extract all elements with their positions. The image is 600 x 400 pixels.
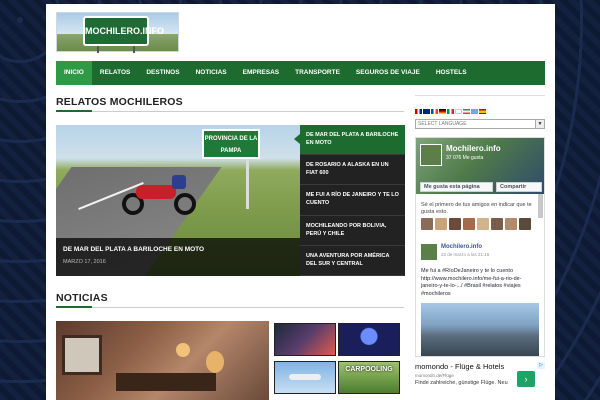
sign-post	[246, 159, 249, 209]
facebook-like-button[interactable]: Me gusta esta página	[420, 182, 493, 192]
facebook-avatar[interactable]	[420, 144, 442, 166]
flag-icon[interactable]	[463, 109, 470, 114]
story-list-item[interactable]: UNA AVENTURA POR AMÉRICA DEL SUR Y CENTR…	[300, 246, 405, 276]
news-featured-image[interactable]	[56, 321, 269, 400]
site-logo[interactable]: MOCHILERO.INFO	[56, 12, 179, 53]
carpooling-label: CARPOOLING	[345, 366, 393, 373]
avatar[interactable]	[421, 244, 437, 260]
news-thumbnail[interactable]	[274, 323, 336, 356]
nav-item-noticias[interactable]: NOTICIAS	[188, 61, 235, 85]
facebook-likes-count: 37 076 Me gusta	[446, 155, 484, 161]
facebook-post-text: Me fui a #RíoDeJaneiro y te lo cuento ht…	[421, 268, 522, 297]
flag-icon[interactable]	[479, 109, 486, 114]
featured-story[interactable]: PROVINCIA DE LA PAMPA DE MAR DEL PLATA A…	[56, 125, 300, 276]
facebook-widget: Mochilero.info 37 076 Me gusta Me gusta …	[415, 137, 545, 357]
language-flags	[415, 109, 486, 114]
story-list-item[interactable]: ME FUI A RÍO DE JANEIRO Y TE LO CUENTO	[300, 185, 405, 216]
page-container: MOCHILERO.INFO INICIO RELATOS DESTINOS N…	[46, 4, 555, 400]
flag-icon[interactable]	[415, 109, 422, 114]
facebook-friends-text: Sé el primero de tus amigos en indicar q…	[421, 202, 532, 215]
logo-sign-post	[133, 46, 135, 53]
nav-item-transporte[interactable]: TRANSPORTE	[287, 61, 348, 85]
section-accent	[56, 306, 92, 308]
facebook-post-image[interactable]	[421, 303, 539, 356]
facebook-friend-faces	[421, 218, 531, 230]
facebook-post-date[interactable]: 22 de marzo a las 21:16	[441, 252, 489, 257]
avatar[interactable]	[463, 218, 475, 230]
section-title-relatos: RELATOS MOCHILEROS	[56, 96, 183, 108]
section-accent	[56, 110, 92, 112]
nav-item-destinos[interactable]: DESTINOS	[138, 61, 187, 85]
flag-icon[interactable]	[431, 109, 438, 114]
flag-icon[interactable]	[447, 109, 454, 114]
story-list: DE MAR DEL PLATA A BARILOCHE EN MOTO DE …	[294, 125, 405, 276]
nav-item-seguros[interactable]: SEGUROS DE VIAJE	[348, 61, 428, 85]
ad-banner[interactable]: momondo - Flüge & Hotels momondo.de/Flüg…	[415, 362, 545, 400]
facebook-share-label: Compartir	[500, 184, 527, 190]
facebook-like-label: Me gusta esta página	[424, 184, 480, 190]
nav-item-inicio[interactable]: INICIO	[56, 61, 92, 85]
avatar[interactable]	[477, 218, 489, 230]
story-list-item[interactable]: MOCHILEANDO POR BOLIVIA, PERÚ Y CHILE	[300, 216, 405, 246]
facebook-post-author[interactable]: Mochilero.info	[441, 244, 489, 250]
news-thumbnail[interactable]: CARPOOLING	[338, 361, 400, 394]
nav-item-empresas[interactable]: EMPRESAS	[235, 61, 287, 85]
facebook-post-header: Mochilero.info 22 de marzo a las 21:16	[421, 244, 489, 260]
nav-item-relatos[interactable]: RELATOS	[92, 61, 138, 85]
flag-icon[interactable]	[471, 109, 478, 114]
facebook-scrollbar[interactable]	[538, 194, 543, 218]
facebook-share-button[interactable]: Compartir	[496, 182, 542, 192]
avatar[interactable]	[421, 218, 433, 230]
airplane-icon	[289, 374, 321, 380]
avatar[interactable]	[519, 218, 531, 230]
facebook-cover: Mochilero.info 37 076 Me gusta Me gusta …	[416, 138, 544, 194]
flag-icon[interactable]	[455, 109, 462, 114]
avatar[interactable]	[449, 218, 461, 230]
logo-sign: MOCHILERO.INFO	[83, 16, 164, 46]
section-divider	[56, 307, 404, 308]
language-select-label: SELECT LANGUAGE	[418, 121, 467, 127]
news-thumbnail[interactable]	[274, 361, 336, 394]
nav-item-hostels[interactable]: HOSTELS	[428, 61, 475, 85]
sidebar-divider	[415, 95, 545, 96]
news-thumbnail[interactable]	[338, 323, 400, 356]
avatar[interactable]	[435, 218, 447, 230]
featured-caption: DE MAR DEL PLATA A BARILOCHE EN MOTO MAR…	[56, 238, 300, 276]
flag-icon[interactable]	[423, 109, 430, 114]
featured-title[interactable]: DE MAR DEL PLATA A BARILOCHE EN MOTO	[63, 246, 293, 253]
section-title-noticias: NOTICIAS	[56, 292, 108, 304]
main-nav: INICIO RELATOS DESTINOS NOTICIAS EMPRESA…	[56, 61, 545, 85]
facebook-page-name[interactable]: Mochilero.info	[446, 144, 501, 153]
logo-sign-post	[97, 46, 99, 53]
featured-date: MARZO 17, 2016	[63, 259, 106, 265]
section-divider	[56, 111, 404, 112]
avatar[interactable]	[491, 218, 503, 230]
language-select[interactable]: SELECT LANGUAGE ▼	[415, 119, 545, 129]
ad-title[interactable]: momondo - Flüge & Hotels	[415, 362, 515, 371]
adchoices-icon[interactable]: ▷	[537, 362, 545, 369]
chevron-right-icon[interactable]: ›	[517, 371, 535, 387]
chevron-down-icon: ▼	[535, 120, 544, 128]
story-list-item[interactable]: DE MAR DEL PLATA A BARILOCHE EN MOTO	[294, 125, 405, 156]
province-sign: PROVINCIA DE LA PAMPA	[202, 129, 260, 159]
flag-icon[interactable]	[439, 109, 446, 114]
motorcycle-image	[122, 175, 202, 215]
story-list-item[interactable]: DE ROSARIO A ALASKA EN UN FIAT 600	[300, 155, 405, 186]
avatar[interactable]	[505, 218, 517, 230]
